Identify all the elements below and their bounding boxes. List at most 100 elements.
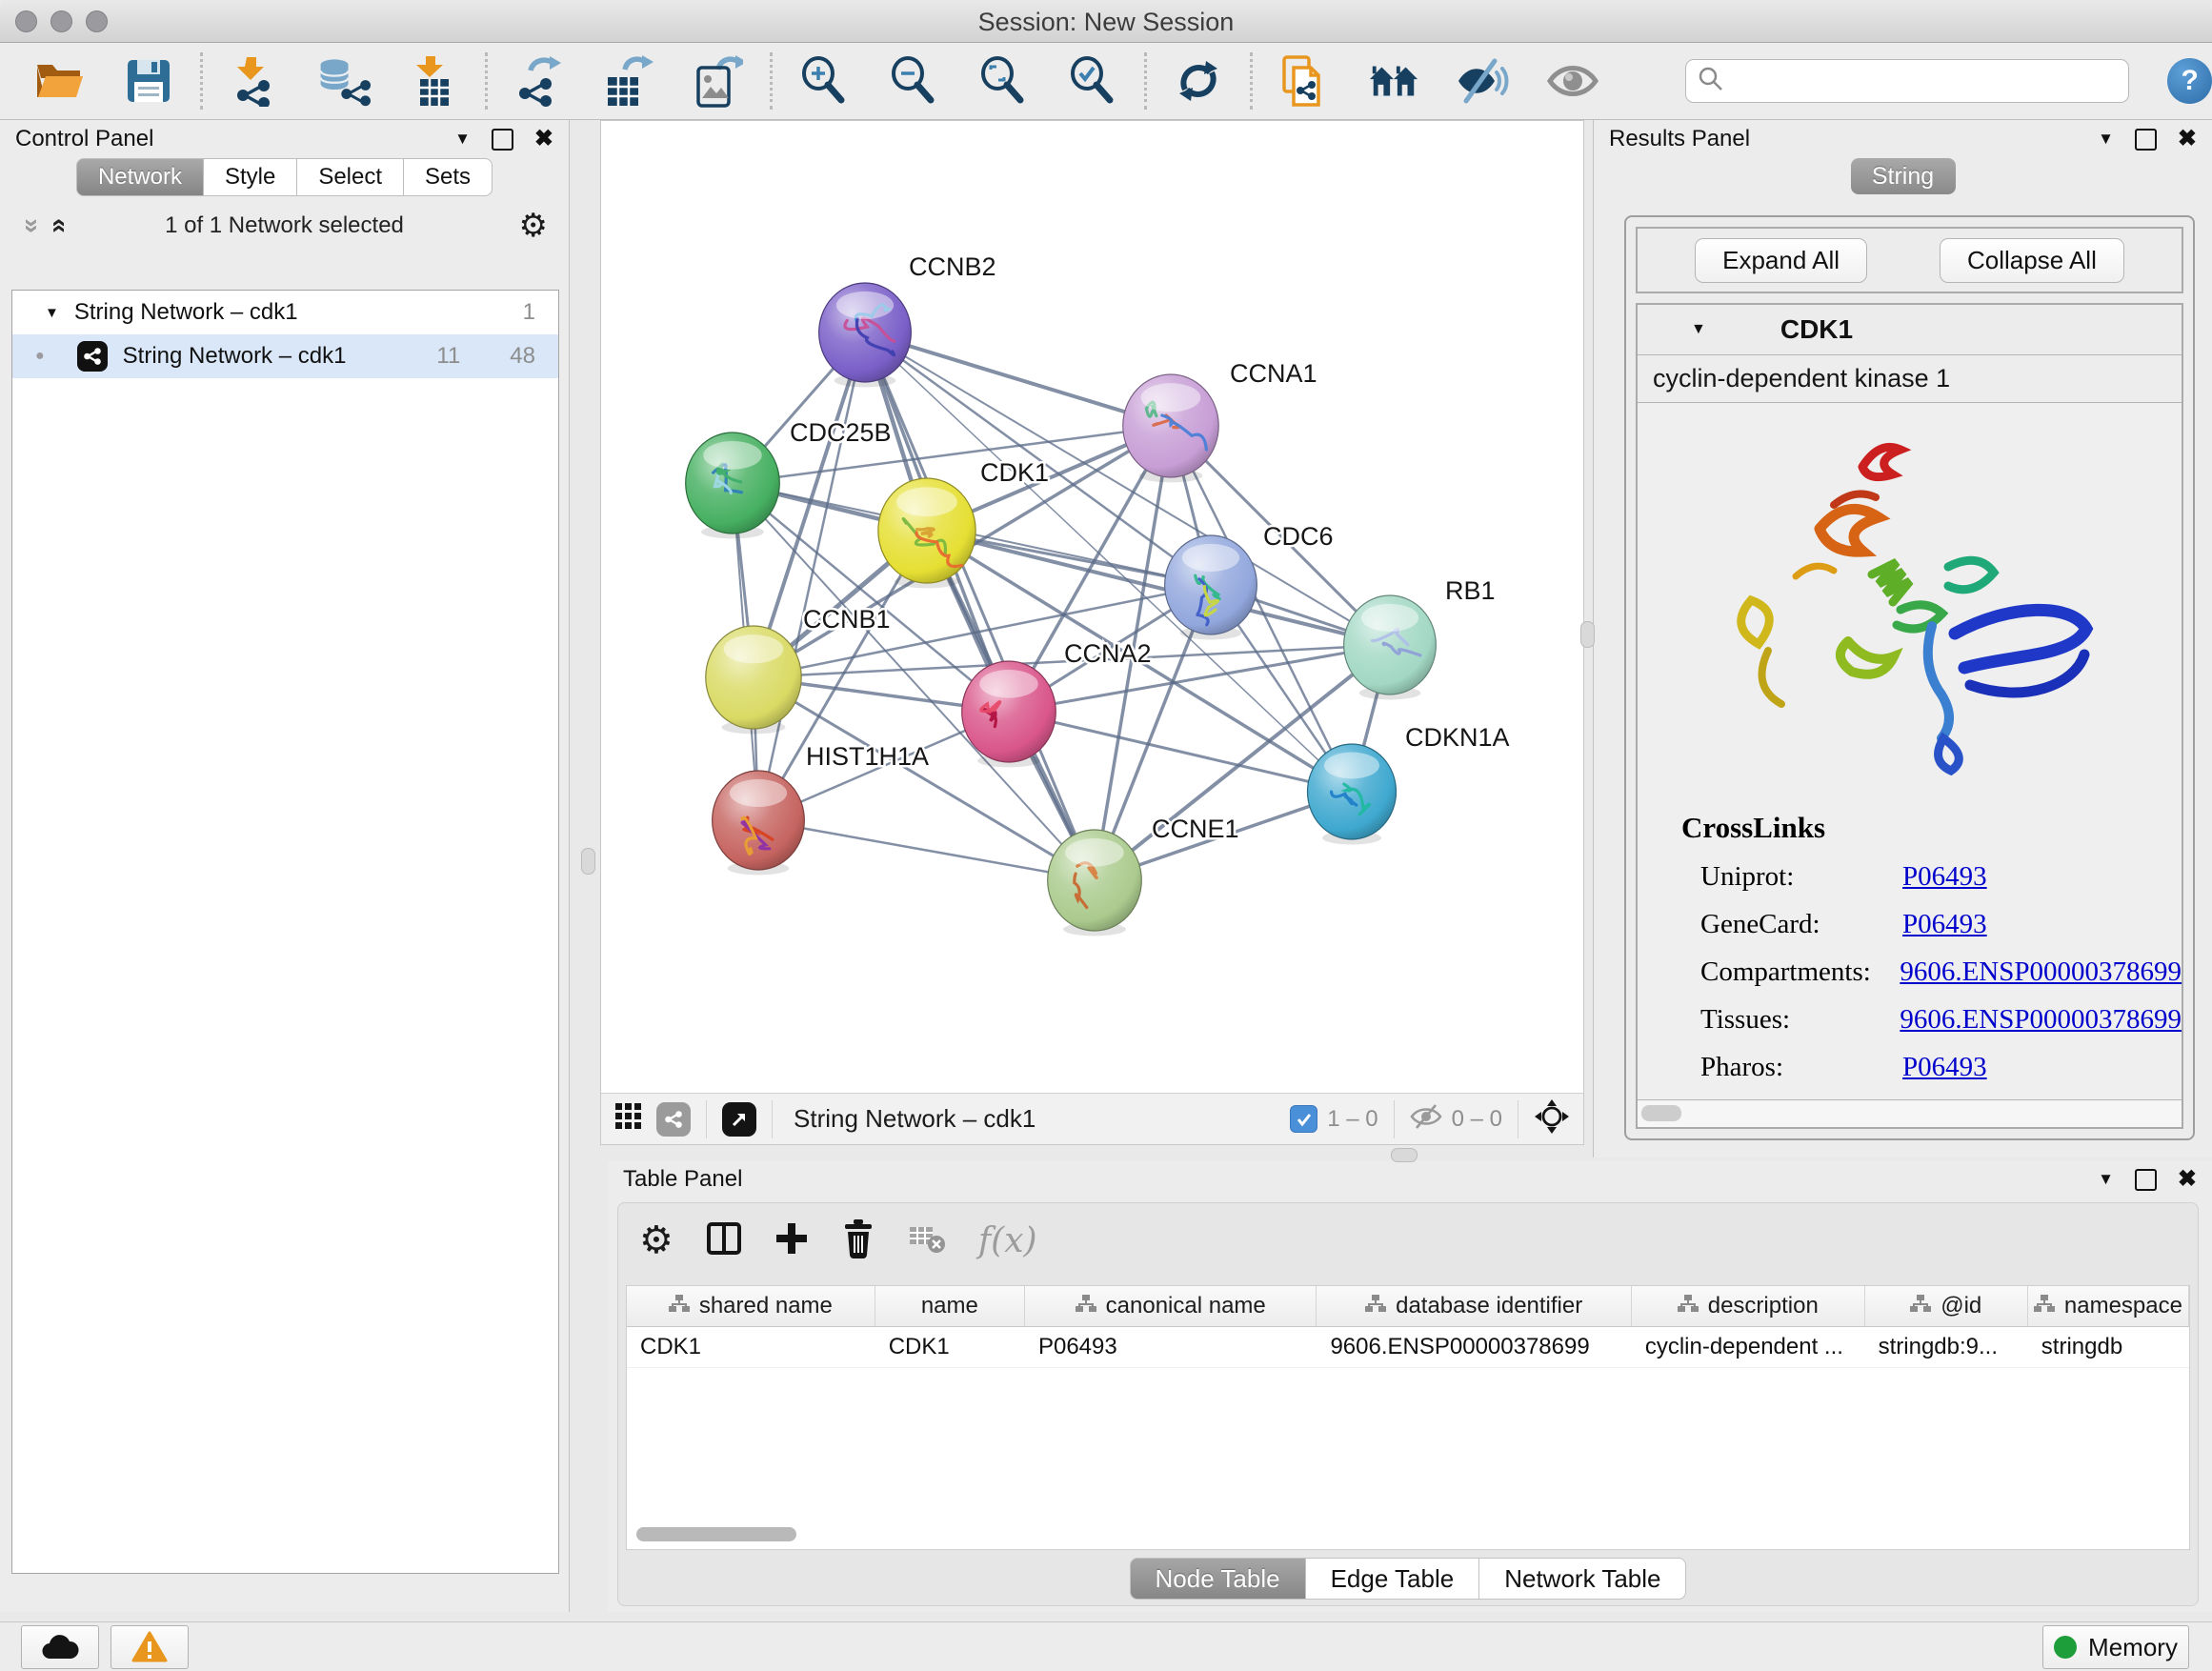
maximize-panel-icon[interactable] (2135, 1169, 2157, 1191)
birdseye-navigator-icon[interactable] (1534, 1098, 1570, 1139)
tab-edge-table[interactable]: Edge Table (1306, 1558, 1480, 1600)
network-node-ccnb1[interactable] (706, 626, 801, 734)
first-neighbors-icon[interactable] (1367, 54, 1420, 108)
table-header-namespace[interactable]: namespace (2028, 1286, 2189, 1326)
node-description: cyclin-dependent kinase 1 (1638, 354, 2182, 403)
warning-status-button[interactable] (111, 1625, 189, 1669)
table-header-database-identifier[interactable]: database identifier (1317, 1286, 1631, 1326)
network-collection-row[interactable]: ▼ String Network – cdk1 1 (12, 291, 558, 334)
network-node-cdc25b[interactable] (686, 433, 780, 538)
crosslink-value-link[interactable]: 9606.ENSP00000378699 (1900, 1004, 2182, 1036)
delete-column-icon[interactable] (841, 1218, 875, 1263)
table-cell[interactable]: CDK1 (627, 1327, 875, 1367)
network-edge-ccna2-cdkn1a[interactable] (1009, 712, 1352, 792)
network-node-hist1h1a[interactable] (713, 771, 805, 875)
network-options-gear-icon[interactable]: ⚙ (519, 207, 548, 245)
table-cell[interactable]: stringdb:9... (1865, 1327, 2028, 1367)
zoom-out-icon[interactable] (887, 54, 940, 108)
crosslink-value-link[interactable]: P06493 (1902, 909, 1987, 940)
zoom-fit-icon[interactable] (976, 54, 1030, 108)
float-panel-icon[interactable]: ▼ (2098, 130, 2114, 149)
tab-string[interactable]: String (1851, 158, 1956, 194)
table-cell[interactable]: P06493 (1025, 1327, 1317, 1367)
crosslinks-title: CrossLinks (1681, 811, 2182, 845)
maximize-panel-icon[interactable] (2135, 129, 2157, 151)
tab-style[interactable]: Style (204, 158, 297, 196)
collapse-all-button[interactable]: Collapse All (1940, 238, 2124, 283)
export-image-icon[interactable] (692, 54, 745, 108)
tab-network-table[interactable]: Network Table (1479, 1558, 1686, 1600)
table-header-description[interactable]: description (1632, 1286, 1865, 1326)
close-panel-icon[interactable]: ✖ (534, 128, 553, 151)
table-cell[interactable]: stringdb (2028, 1327, 2189, 1367)
tab-network[interactable]: Network (76, 158, 204, 196)
show-all-icon[interactable] (1546, 54, 1599, 108)
tab-select[interactable]: Select (297, 158, 404, 196)
close-panel-icon[interactable]: ✖ (2178, 1168, 2197, 1191)
results-scrollbar-thumb[interactable] (1641, 1105, 1681, 1121)
detach-view-icon[interactable] (722, 1102, 756, 1137)
table-cell[interactable]: CDK1 (875, 1327, 1025, 1367)
network-node-ccne1[interactable] (1048, 830, 1142, 936)
crosslink-value-link[interactable]: P06493 (1902, 861, 1987, 893)
table-header--id[interactable]: @id (1865, 1286, 2028, 1326)
table-options-gear-icon[interactable]: ⚙ (639, 1218, 674, 1262)
float-panel-icon[interactable]: ▼ (2098, 1170, 2114, 1189)
apply-layout-icon[interactable] (1172, 54, 1225, 108)
network-canvas[interactable]: CCNB2CCNA1CDC25BCDK1CDC6RB1CCNB1CCNA2CDK… (601, 121, 1583, 1093)
table-cell[interactable]: cyclin-dependent ... (1632, 1327, 1865, 1367)
table-header-name[interactable]: name (875, 1286, 1025, 1326)
network-node-cdk1[interactable] (878, 478, 975, 588)
close-panel-icon[interactable]: ✖ (2178, 128, 2197, 151)
expand-all-button[interactable]: Expand All (1695, 238, 1867, 283)
network-view-icon[interactable] (656, 1102, 691, 1137)
results-scrollbar[interactable] (1638, 1099, 2182, 1127)
memory-button[interactable]: Memory (2042, 1625, 2189, 1669)
zoom-in-icon[interactable] (797, 54, 851, 108)
float-panel-icon[interactable]: ▼ (454, 130, 471, 149)
left-splitter-grip[interactable] (581, 848, 595, 875)
network-node-cdkn1a[interactable] (1308, 744, 1397, 845)
crosslink-value-link[interactable]: 9606.ENSP00000378699 (1900, 956, 2182, 988)
network-edge-ccnb2-ccne1[interactable] (865, 332, 1095, 880)
hide-selected-icon[interactable] (1457, 54, 1510, 108)
network-icon (77, 341, 108, 372)
open-session-icon[interactable] (32, 54, 86, 108)
collection-count: 1 (523, 299, 535, 326)
clone-network-icon[interactable] (1277, 54, 1331, 108)
maximize-panel-icon[interactable] (492, 129, 513, 151)
save-session-icon[interactable] (122, 54, 175, 108)
network-row-selected[interactable]: ● String Network – cdk1 11 48 (12, 334, 558, 378)
crosslink-value-link[interactable]: P06493 (1902, 1052, 1987, 1083)
import-table-from-file-icon[interactable] (407, 54, 460, 108)
network-node-cdc6[interactable] (1165, 535, 1257, 639)
help-button[interactable]: ? (2167, 58, 2212, 104)
import-network-from-file-icon[interactable] (228, 54, 281, 108)
zoom-selected-icon[interactable] (1066, 54, 1119, 108)
import-network-from-database-icon[interactable] (317, 54, 371, 108)
tab-node-table[interactable]: Node Table (1130, 1558, 1306, 1600)
search-input[interactable] (1685, 59, 2129, 103)
collection-caret-icon[interactable]: ▼ (45, 305, 59, 321)
network-view[interactable]: CCNB2CCNA1CDC25BCDK1CDC6RB1CCNB1CCNA2CDK… (600, 120, 1584, 1145)
network-node-rb1[interactable] (1344, 595, 1437, 699)
create-column-icon[interactable] (774, 1221, 809, 1260)
table-row[interactable]: CDK1CDK1P064939606.ENSP00000378699cyclin… (627, 1327, 2189, 1368)
export-table-icon[interactable] (602, 54, 655, 108)
table-cell[interactable]: 9606.ENSP00000378699 (1317, 1327, 1631, 1367)
network-node-ccnb2[interactable] (819, 283, 912, 387)
export-network-icon[interactable] (513, 54, 566, 108)
grid-view-icon[interactable] (614, 1102, 643, 1136)
table-header-canonical-name[interactable]: canonical name (1025, 1286, 1317, 1326)
show-columns-icon[interactable] (706, 1221, 742, 1260)
right-splitter-grip[interactable] (1580, 621, 1595, 648)
section-caret-icon[interactable]: ▼ (1691, 321, 1706, 338)
current-network-dot-icon: ● (35, 348, 45, 365)
network-node-ccna1[interactable] (1123, 374, 1218, 482)
table-horizontal-scrollbar[interactable] (636, 1527, 796, 1541)
tab-sets[interactable]: Sets (404, 158, 493, 196)
table-header-shared-name[interactable]: shared name (627, 1286, 875, 1326)
bottom-splitter-grip[interactable] (1391, 1148, 1418, 1162)
cloud-status-button[interactable] (21, 1625, 99, 1669)
selected-checkbox-icon[interactable] (1290, 1105, 1317, 1133)
